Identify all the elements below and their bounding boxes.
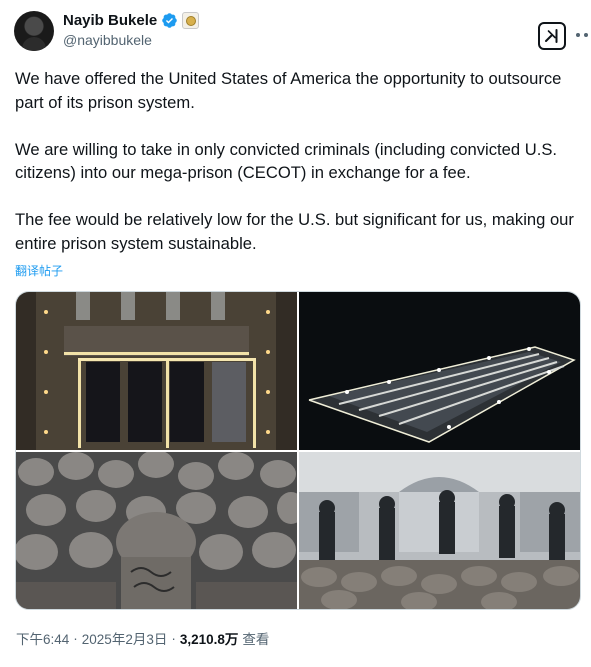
tweet-header: Nayib Bukele @nayibbukele <box>14 10 588 54</box>
tweet-date[interactable]: 2025年2月3日 <box>82 628 168 648</box>
translate-post-link[interactable]: 翻译帖子 <box>15 262 63 279</box>
media-grid <box>15 291 581 610</box>
tweet-meta: 下午6:44 · 2025年2月3日 · 3,210.8万 查看 <box>16 628 269 648</box>
tweet-text: We have offered the United States of Ame… <box>15 67 575 255</box>
views-count[interactable]: 3,210.8万 <box>180 628 239 648</box>
meta-separator: · <box>73 630 78 646</box>
more-options-icon[interactable] <box>576 28 591 42</box>
aerial-prison-night-photo[interactable] <box>16 292 297 450</box>
grok-icon <box>545 29 558 43</box>
meta-separator: · <box>171 630 176 646</box>
inmates-seated-photo[interactable] <box>16 452 297 609</box>
tweet-paragraph: We have offered the United States of Ame… <box>15 69 562 112</box>
name-row: Nayib Bukele <box>63 12 200 29</box>
display-name[interactable]: Nayib Bukele <box>63 12 157 29</box>
affiliation-badge-icon[interactable] <box>182 12 200 29</box>
grok-button[interactable] <box>538 22 566 50</box>
tweet-time[interactable]: 下午6:44 <box>16 628 69 648</box>
verified-badge-icon <box>162 13 177 28</box>
avatar[interactable] <box>14 11 54 51</box>
views-label: 查看 <box>242 632 270 647</box>
handle[interactable]: @nayibbukele <box>63 32 152 48</box>
tweet-paragraph: The fee would be relatively low for the … <box>15 210 574 253</box>
prison-complex-lights-photo[interactable] <box>299 292 580 450</box>
tweet-paragraph: We are willing to take in only convicted… <box>15 139 557 183</box>
guards-inmates-hall-photo[interactable] <box>299 452 580 609</box>
